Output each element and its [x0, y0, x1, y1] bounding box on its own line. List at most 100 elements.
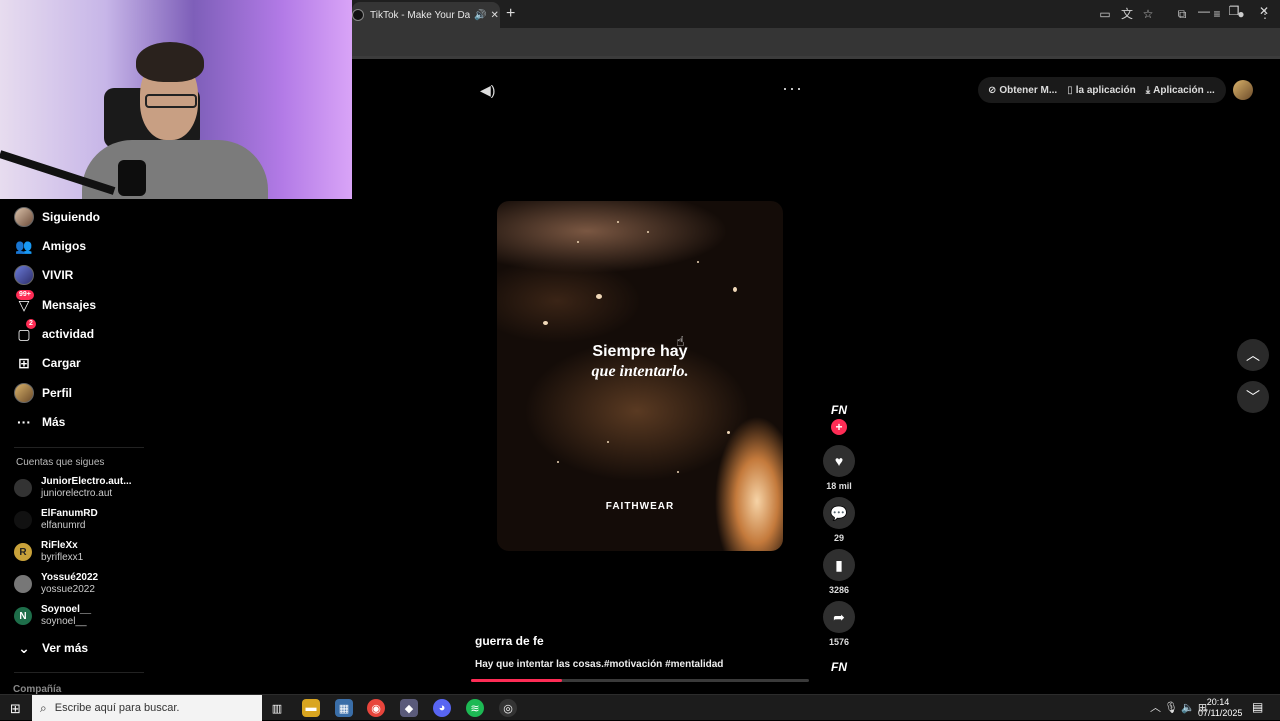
chevron-down-icon: ⌄ — [18, 639, 30, 656]
bookmark-star-icon[interactable]: ☆ — [1140, 6, 1156, 22]
followed-account[interactable]: N Soynoel__ soynoel__ — [14, 601, 91, 631]
sidebar-item-following[interactable]: Siguiendo — [14, 205, 100, 229]
media-control-icon[interactable]: ≡ — [1209, 6, 1225, 22]
followed-account[interactable]: JuniorElectro.aut... juniorelectro.aut — [14, 473, 132, 503]
taskbar-search-placeholder: Escribe aquí para buscar. — [54, 702, 180, 714]
phone-icon: ▯ — [1067, 84, 1073, 96]
account-username: elfanumrd — [41, 520, 86, 531]
translate-icon[interactable]: 文 — [1119, 6, 1135, 22]
windows-start-icon[interactable]: ⊞ — [10, 701, 21, 717]
account-avatar — [14, 479, 32, 497]
sidebar-item-profile[interactable]: Perfil — [14, 381, 72, 405]
followed-account[interactable]: ElFanumRD elfanumrd — [14, 505, 98, 535]
sidebar-item-upload[interactable]: ⊞ Cargar — [14, 351, 81, 375]
avatar-icon — [14, 207, 34, 227]
browser-profile-icon[interactable]: ● — [1233, 6, 1249, 22]
file-explorer-icon[interactable]: ▬ — [302, 699, 320, 717]
following-accounts-title: Cuentas que sigues — [16, 457, 105, 468]
see-more-label: Ver más — [42, 641, 89, 655]
video-author[interactable]: guerra de fe — [475, 634, 544, 648]
followed-account[interactable]: R RiFleXx byriflexx1 — [14, 537, 83, 567]
chevron-down-icon: ﹀ — [1246, 389, 1260, 405]
sidebar-item-label: Siguiendo — [42, 210, 100, 224]
webcam-overlay — [0, 0, 352, 199]
browser-menu-icon[interactable]: ⋮ — [1257, 6, 1273, 22]
clock-time: 20:14 — [1206, 697, 1230, 707]
comment-count: 29 — [833, 533, 844, 543]
obs-icon[interactable]: ◎ — [499, 699, 517, 717]
extensions-icon[interactable]: ⧉ — [1174, 6, 1190, 22]
video-player[interactable]: Siempre hay que intentarlo. FAITHWEAR — [497, 201, 783, 551]
volume-icon[interactable]: ◀) — [480, 82, 495, 99]
more-options-icon[interactable]: ··· — [782, 78, 803, 99]
taskbar-clock[interactable]: 20:14 07/11/2025 — [1198, 697, 1243, 719]
share-icon: ➦ — [833, 608, 845, 625]
creator-avatar[interactable]: FN — [826, 403, 852, 417]
sidebar-item-activity[interactable]: ▢ 2 actividad — [14, 319, 95, 346]
user-avatar[interactable] — [1233, 80, 1253, 100]
app-icon[interactable]: ◆ — [400, 699, 418, 717]
sidebar-item-live[interactable]: VIVIR — [14, 263, 73, 287]
task-view-icon[interactable]: ▥ — [268, 699, 286, 717]
save-button[interactable]: ▮ — [823, 549, 855, 581]
comment-button[interactable]: 💬 — [823, 497, 855, 529]
sidebar-item-label: Mensajes — [42, 298, 97, 312]
tab-close-button[interactable]: ✕ — [490, 10, 498, 21]
share-count: 1576 — [828, 637, 850, 647]
browser-tab[interactable]: TikTok - Make Your Day 🔊 ✕ — [352, 2, 500, 28]
taskbar-search[interactable]: ⌕ Escribe aquí para buscar. — [32, 695, 262, 721]
messages-icon: ▽ 99+ — [14, 290, 34, 315]
account-username: byriflexx1 — [41, 552, 84, 563]
get-app-button[interactable]: ▯ la aplicación — [1067, 85, 1136, 96]
share-button[interactable]: ➦ — [823, 601, 855, 633]
followed-account[interactable]: Yossué2022 yossue2022 — [14, 569, 98, 599]
music-disc[interactable]: FN — [826, 660, 852, 674]
chrome-icon[interactable]: ◉ — [367, 699, 385, 717]
previous-video-button[interactable]: ︿ — [1237, 339, 1269, 371]
account-avatar — [14, 511, 32, 529]
video-progress-bar[interactable] — [471, 679, 809, 682]
account-name: RiFleXx — [41, 540, 78, 551]
desktop-app-label: Aplicación ... — [1153, 84, 1215, 96]
next-video-button[interactable]: ﹀ — [1237, 381, 1269, 413]
sidebar-item-label: VIVIR — [42, 268, 74, 282]
search-icon: ⌕ — [40, 700, 47, 715]
download-icon: ⤓ — [1145, 84, 1151, 96]
clock-date: 07/11/2025 — [1198, 708, 1243, 718]
sidebar-item-label: Cargar — [42, 356, 81, 370]
video-description: Hay que intentar las cosas.#motivación #… — [475, 659, 724, 670]
like-button[interactable]: ♥ — [823, 445, 855, 477]
discord-icon[interactable]: ◕ — [433, 699, 451, 717]
comment-icon: 💬 — [830, 504, 848, 521]
messages-badge: 99+ — [16, 290, 34, 300]
tab-audio-icon[interactable]: 🔊 — [474, 10, 486, 21]
chevron-up-icon: ︿ — [1246, 347, 1260, 363]
desktop-app-button[interactable]: ⤓ Aplicación ... — [1146, 85, 1215, 96]
new-tab-button[interactable]: + — [506, 5, 515, 23]
spotify-icon[interactable]: ≋ — [466, 699, 484, 717]
sidebar-item-label: actividad — [42, 327, 95, 341]
tab-title: TikTok - Make Your Day — [370, 9, 470, 21]
video-caption-line1: Siempre hay — [592, 343, 688, 360]
install-icon[interactable]: ▭ — [1097, 6, 1113, 22]
get-coins-label: Obtener M... — [999, 84, 1058, 96]
notification-icon[interactable]: ▤ — [1252, 700, 1263, 714]
follow-plus-button[interactable]: + — [831, 419, 847, 435]
store-icon[interactable]: ▦ — [335, 699, 353, 717]
profile-icon — [14, 383, 34, 403]
sidebar-item-friends[interactable]: 👥 Amigos — [14, 234, 86, 258]
get-coins-button[interactable]: ⊘ Obtener M... — [988, 85, 1057, 96]
video-brand-watermark: FAITHWEAR — [605, 501, 675, 512]
like-count: 18 mil — [826, 481, 852, 491]
address-bar[interactable] — [352, 28, 1280, 56]
account-username: yossue2022 — [41, 584, 95, 595]
top-actions-bar: ⊘ Obtener M... ▯ la aplicación ⤓ Aplicación… — [978, 77, 1226, 103]
bookmark-icon: ▮ — [835, 556, 843, 573]
account-name: JuniorElectro.aut... — [41, 476, 132, 487]
webcam-hair — [136, 42, 204, 82]
heart-icon: ♥ — [834, 453, 844, 469]
video-progress-fill — [471, 679, 563, 682]
sidebar-item-messages[interactable]: ▽ 99+ Mensajes — [14, 290, 97, 317]
see-more-button[interactable]: ⌄ Ver más — [14, 636, 88, 660]
sidebar-item-more[interactable]: ··· Más — [14, 410, 65, 434]
